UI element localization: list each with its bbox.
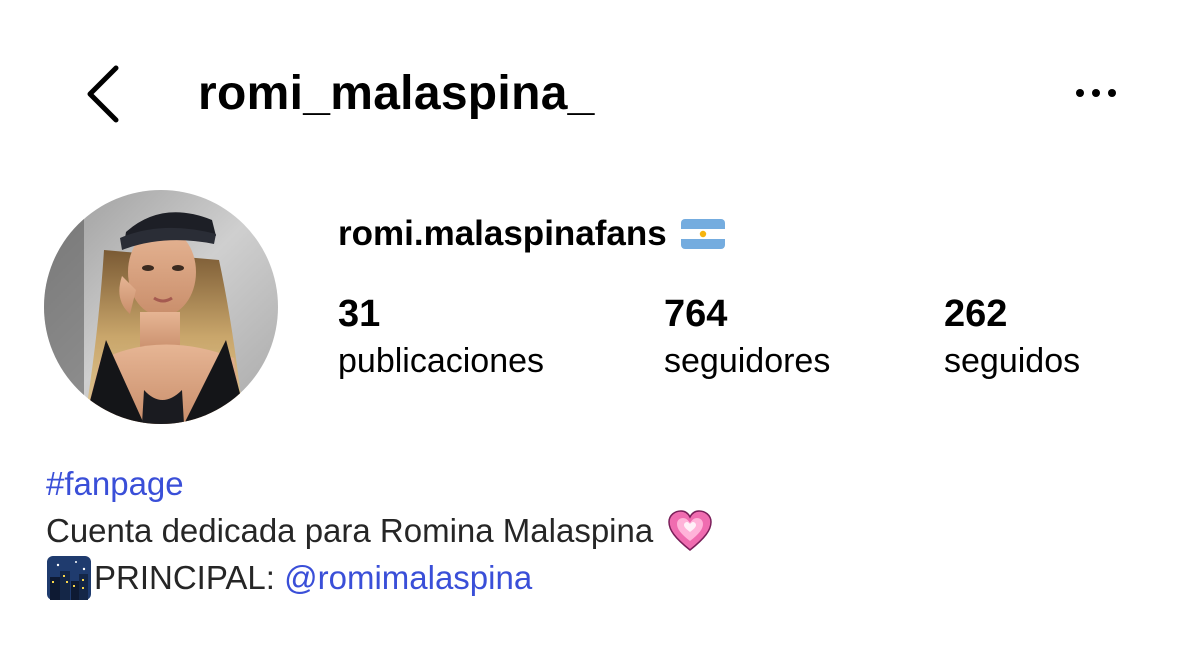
ellipsis-horizontal-icon: [1076, 89, 1116, 97]
following-label: seguidos: [944, 342, 1081, 380]
followers-count: 764: [664, 293, 728, 335]
hashtag-link[interactable]: #fanpage: [46, 460, 184, 507]
bio-line-2: Cuenta dedicada para Romina Malaspina: [46, 507, 713, 554]
chevron-left-icon: [87, 65, 119, 123]
stat-following[interactable]: 262 seguidos: [944, 290, 1080, 384]
profile-header: romi_malaspina_: [0, 0, 1200, 190]
posts-label: publicaciones: [338, 342, 545, 380]
more-options-button[interactable]: [1068, 78, 1124, 108]
argentina-flag-icon: [680, 219, 725, 249]
bio-line-3: PRINCIPAL: @romimalaspina: [46, 554, 713, 601]
back-button[interactable]: [72, 58, 132, 130]
page-title: romi_malaspina_: [198, 67, 595, 120]
growing-heart-icon: [668, 509, 712, 551]
night-city-icon: [47, 555, 91, 600]
posts-count: 31: [338, 293, 381, 335]
profile-username: romi.malaspinafans: [338, 212, 725, 256]
stat-followers[interactable]: 764 seguidores: [664, 290, 830, 384]
following-count: 262: [944, 293, 1008, 335]
profile-bio: #fanpage Cuenta dedicada para Romina Mal…: [46, 460, 713, 601]
followers-label: seguidores: [664, 342, 831, 380]
profile-photo: [44, 190, 278, 424]
stat-posts[interactable]: 31 publicaciones: [338, 290, 544, 384]
profile-username-text: romi.malaspinafans: [338, 214, 667, 253]
bio-line-1: #fanpage: [46, 460, 713, 507]
principal-label: PRINCIPAL:: [94, 559, 285, 596]
mention-link[interactable]: @romimalaspina: [284, 554, 532, 601]
bio-text: Cuenta dedicada para Romina Malaspina: [46, 512, 654, 549]
avatar[interactable]: [44, 190, 278, 424]
